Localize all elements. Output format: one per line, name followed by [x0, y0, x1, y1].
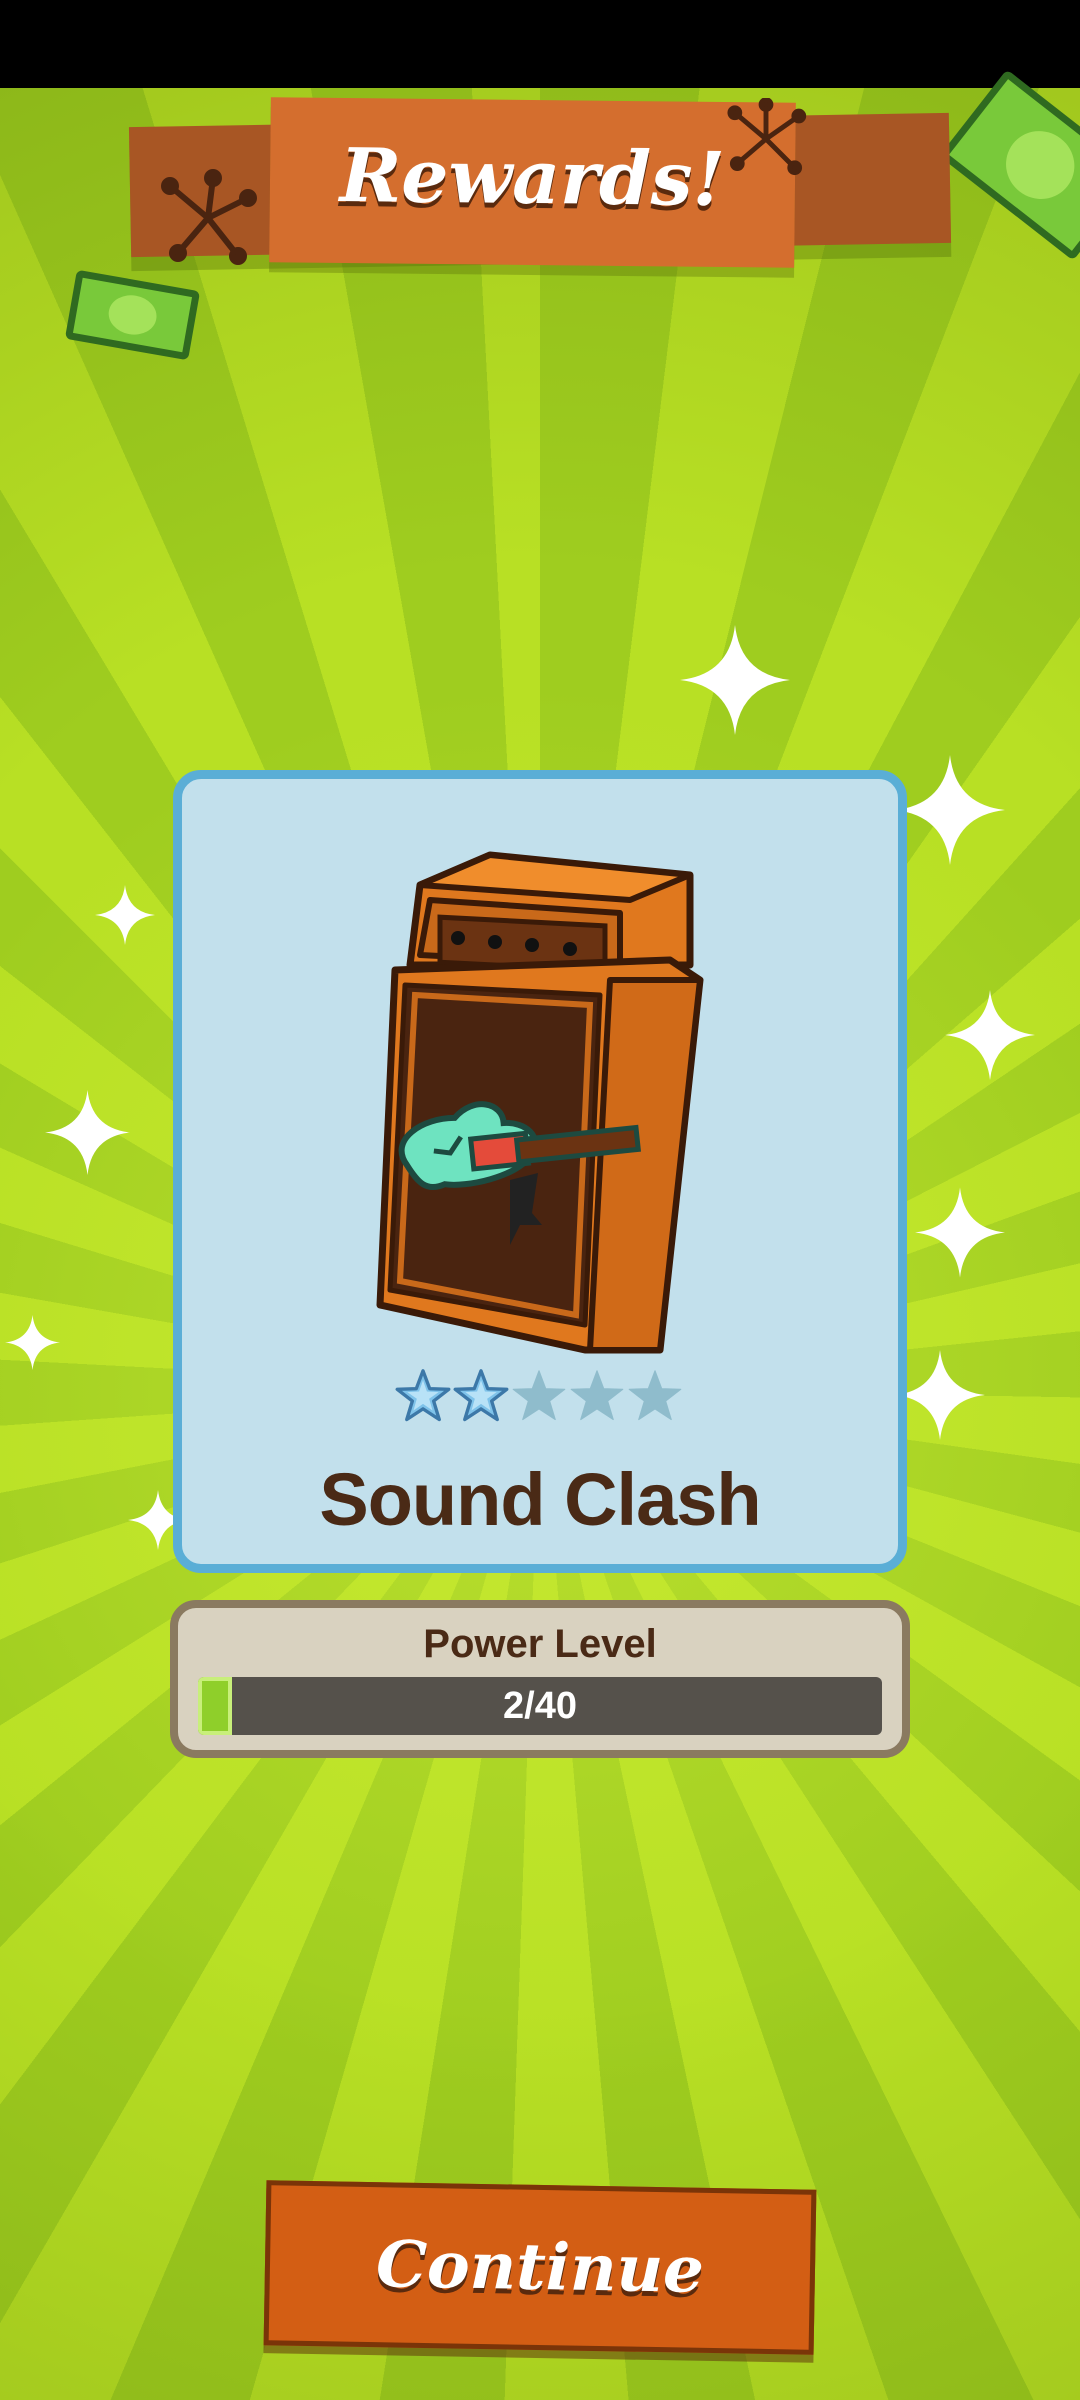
star-empty-icon	[570, 1370, 624, 1421]
star-empty-icon	[512, 1370, 566, 1421]
sparkle-icon	[895, 1350, 985, 1440]
sparkle-icon	[895, 755, 1005, 865]
rewards-screen: Rewards! Sound Clash Power Level 2/40 Co…	[0, 0, 1080, 2400]
sparkle-icon	[915, 1187, 1005, 1278]
power-level-label: Power Level	[423, 1622, 657, 1666]
power-level-value: 2/40	[503, 1685, 577, 1727]
sparkle-icon	[95, 885, 155, 945]
atom-decoration-icon	[161, 169, 257, 265]
sparkle-icon	[45, 1090, 130, 1175]
sparkle-icon	[945, 990, 1035, 1080]
star-filled-icon	[453, 1369, 509, 1422]
star-rating	[395, 1368, 685, 1428]
reward-name: Sound Clash	[319, 1458, 761, 1541]
sparkle-icon	[680, 625, 790, 735]
star-filled-icon	[395, 1369, 451, 1422]
page-title: Rewards!	[339, 132, 726, 224]
status-bar	[0, 0, 1080, 88]
continue-button[interactable]: Continue	[263, 2180, 817, 2355]
continue-button-label: Continue	[375, 2227, 705, 2308]
guitar-amp-icon	[376, 851, 704, 1354]
star-empty-icon	[628, 1370, 682, 1421]
sparkle-icon	[5, 1315, 60, 1370]
